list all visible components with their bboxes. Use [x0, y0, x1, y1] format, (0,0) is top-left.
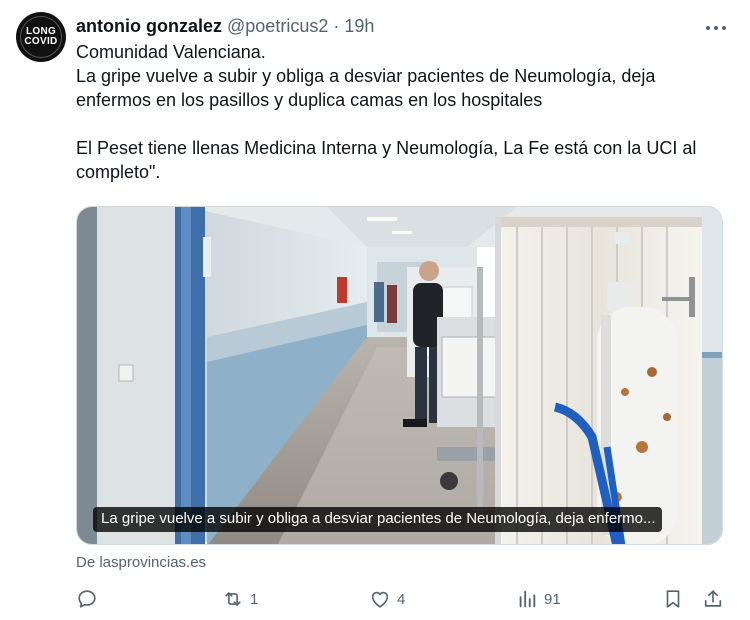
views-icon	[519, 590, 536, 608]
heart-icon	[371, 591, 389, 608]
tweet-line: La gripe vuelve a subir y obliga a desvi…	[76, 66, 656, 110]
bookmark-icon	[666, 590, 680, 608]
hospital-corridor-photo	[77, 207, 722, 544]
link-source[interactable]: De lasprovincias.es	[76, 554, 206, 571]
views-count: 91	[544, 590, 561, 608]
author-handle[interactable]: @poetricus2	[227, 16, 328, 36]
tweet-line: Comunidad Valenciana.	[76, 42, 266, 62]
like-count: 4	[397, 590, 406, 608]
reply-button[interactable]	[76, 584, 98, 614]
timestamp[interactable]: 19h	[344, 16, 374, 36]
dot-icon	[706, 26, 710, 30]
tweet-header: antonio gonzalez @poetricus2 · 19h	[76, 15, 374, 37]
avatar-text-bottom: COVID	[24, 36, 58, 47]
reply-icon	[78, 590, 96, 608]
avatar[interactable]: LONG COVID	[16, 12, 66, 62]
like-button[interactable]: 4	[369, 584, 405, 614]
views-button[interactable]: 91	[516, 584, 561, 614]
media-caption: La gripe vuelve a subir y obliga a desvi…	[93, 507, 662, 532]
more-options-button[interactable]	[706, 18, 726, 38]
separator: ·	[333, 16, 340, 36]
tweet-text: Comunidad Valenciana. La gripe vuelve a …	[76, 40, 726, 184]
share-button[interactable]	[702, 584, 724, 614]
author-name[interactable]: antonio gonzalez	[76, 16, 222, 36]
repost-button[interactable]: 1	[222, 584, 258, 614]
tweet-line: El Peset tiene llenas Medicina Interna y…	[76, 138, 697, 182]
media-card[interactable]: La gripe vuelve a subir y obliga a desvi…	[76, 206, 723, 545]
share-icon	[704, 590, 722, 607]
dot-icon	[714, 26, 718, 30]
dot-icon	[722, 26, 726, 30]
action-bar: 1 4 91	[76, 584, 726, 614]
repost-icon	[225, 592, 241, 606]
bookmark-button[interactable]	[662, 584, 684, 614]
repost-count: 1	[250, 590, 259, 608]
